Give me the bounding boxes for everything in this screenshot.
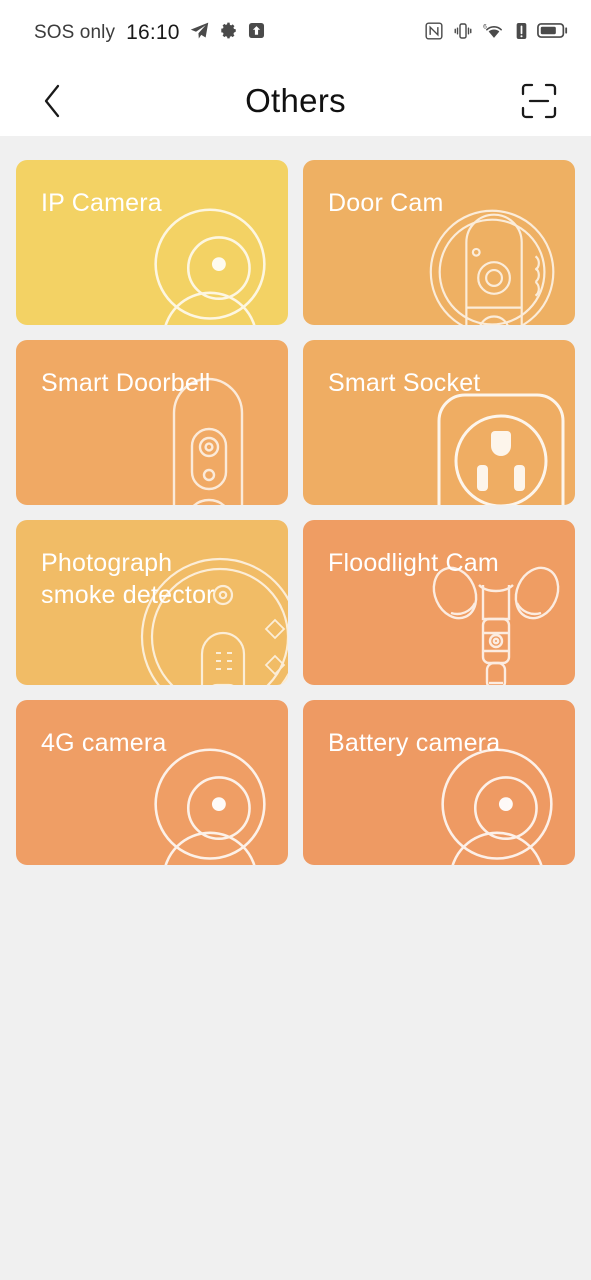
device-card-door-cam[interactable]: Door Cam	[303, 160, 575, 325]
scan-frame-icon	[521, 83, 557, 119]
device-card-label: IP Camera	[41, 189, 162, 217]
device-card-label: Floodlight Cam	[328, 549, 499, 577]
status-bar: SOS only 16:10 6	[0, 0, 591, 66]
scan-button[interactable]	[517, 79, 561, 123]
device-card-label: Battery camera	[328, 729, 501, 757]
telegram-icon	[189, 20, 210, 46]
device-card-battery-camera[interactable]: Battery camera	[303, 700, 575, 865]
signal-alert-icon	[515, 21, 528, 46]
page-title: Others	[245, 82, 346, 119]
device-card-label: 4G camera	[41, 729, 167, 757]
carrier-label: SOS only	[34, 22, 116, 43]
device-card-smart-socket[interactable]: Smart Socket	[303, 340, 575, 505]
device-card-4g-camera[interactable]: 4G camera	[16, 700, 288, 865]
battery-icon	[537, 21, 569, 45]
vibrate-icon	[453, 21, 473, 46]
device-category-grid: IP Camera Door Cam Smart Doorbell Smart …	[0, 136, 591, 865]
device-card-smart-doorbell[interactable]: Smart Doorbell	[16, 340, 288, 505]
device-card-photograph-smoke-detector[interactable]: Photograph smoke detector	[16, 520, 288, 685]
device-card-label: Photograph smoke detector	[41, 549, 215, 609]
clock-label: 16:10	[126, 21, 180, 44]
app-header: Others	[0, 66, 591, 136]
device-card-floodlight-cam[interactable]: Floodlight Cam	[303, 520, 575, 685]
gear-icon	[219, 21, 238, 45]
device-card-label: Smart Socket	[328, 369, 481, 397]
device-card-label: Smart Doorbell	[41, 369, 211, 397]
upload-arrow-icon	[247, 21, 266, 45]
wifi-6-icon: 6	[482, 21, 506, 46]
status-bar-left: SOS only 16:10	[34, 20, 266, 46]
status-bar-right: 6	[424, 21, 569, 46]
nfc-icon	[424, 21, 444, 46]
socket-art	[437, 393, 565, 505]
back-button[interactable]	[30, 79, 74, 123]
chevron-left-icon	[44, 84, 60, 118]
device-card-label: Door Cam	[328, 189, 444, 217]
device-card-ip-camera[interactable]: IP Camera	[16, 160, 288, 325]
